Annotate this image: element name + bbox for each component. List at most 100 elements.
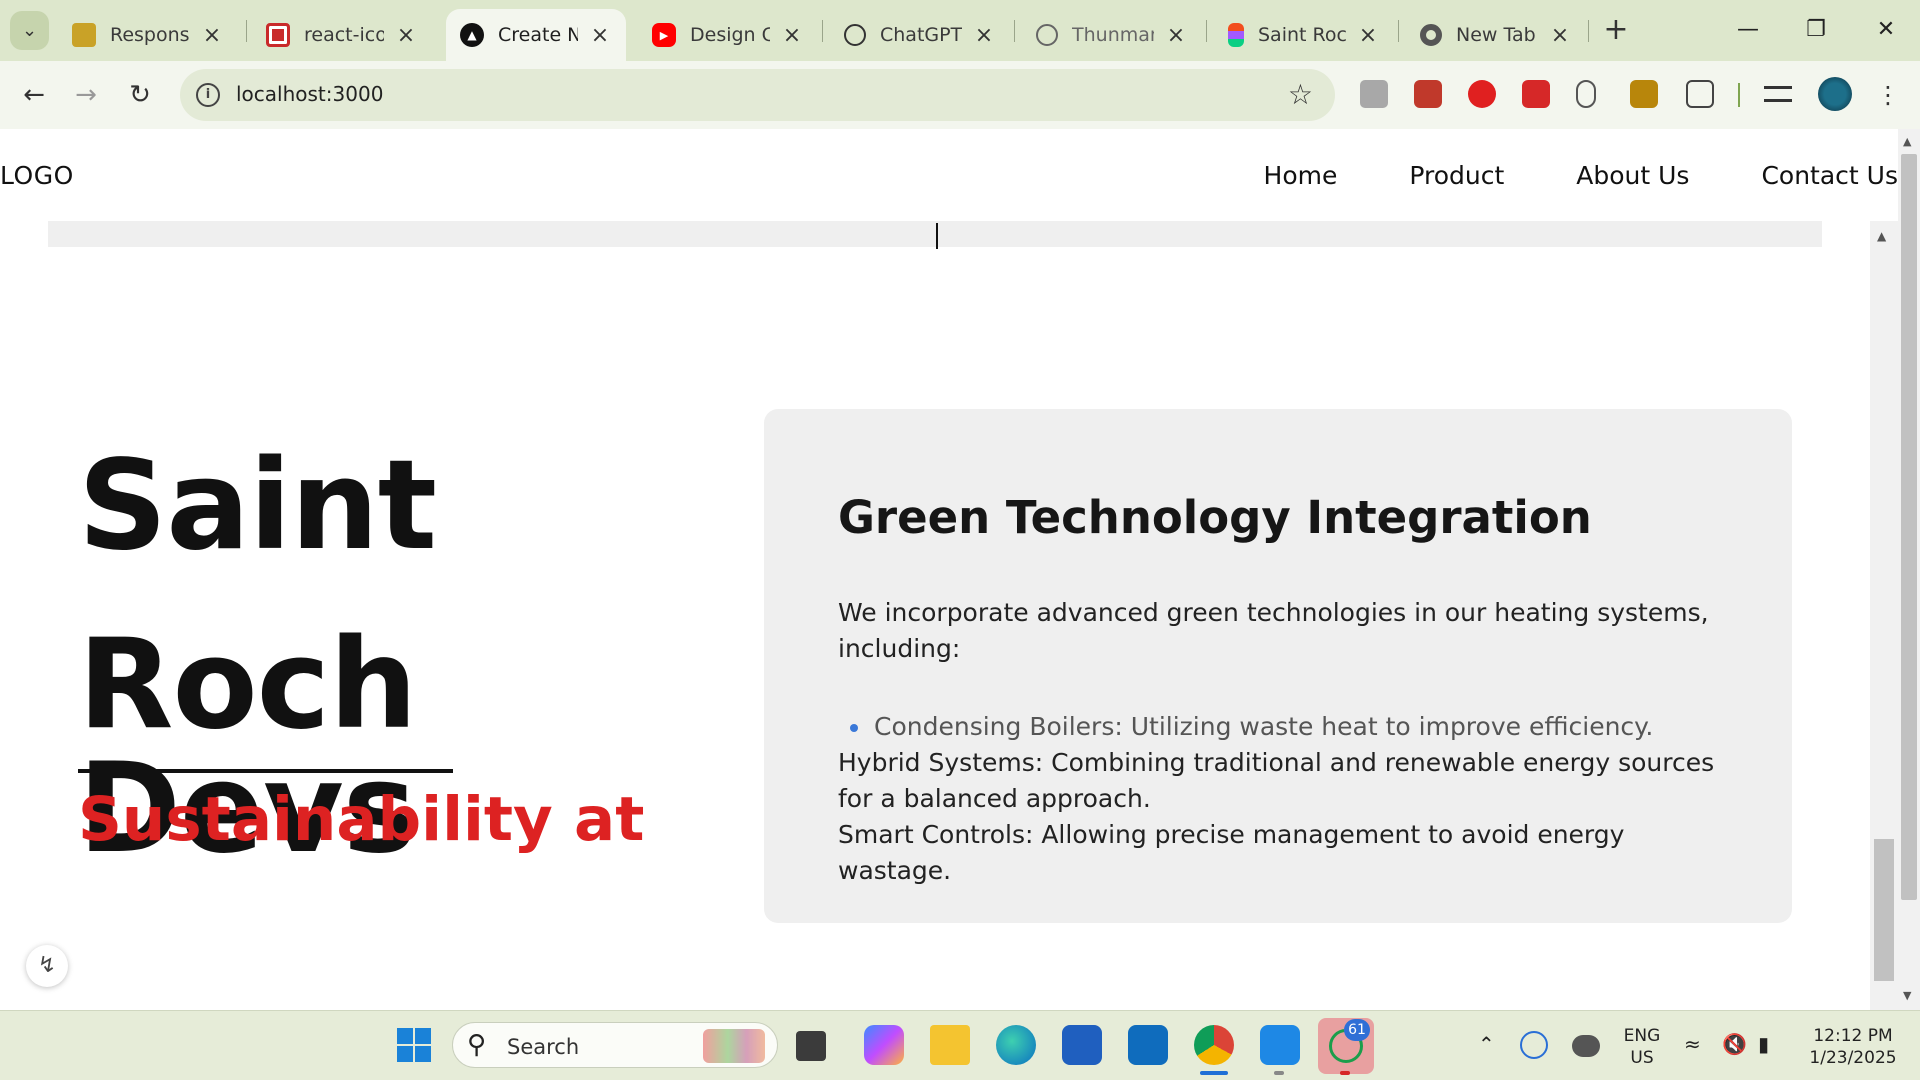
speaker-muted-icon[interactable]: 🔇: [1722, 1033, 1747, 1055]
whatsapp-notification-badge: 61: [1344, 1019, 1370, 1041]
scroll-up-arrow-icon[interactable]: ▲: [1877, 229, 1886, 243]
close-window-button[interactable]: ✕: [1856, 8, 1916, 52]
windows-start-icon[interactable]: [394, 1025, 434, 1065]
whatsapp-running-indicator: [1340, 1071, 1350, 1075]
card-hybrid-text: Hybrid Systems: Combining traditional an…: [838, 748, 1715, 813]
close-icon[interactable]: ×: [1548, 23, 1572, 48]
close-icon[interactable]: ×: [394, 23, 418, 48]
card-intro: We incorporate advanced green technologi…: [838, 598, 1709, 663]
close-icon[interactable]: ×: [972, 23, 996, 48]
tab-create-next[interactable]: ▲ Create Nex ×: [446, 9, 626, 61]
tab-thunmans[interactable]: Thunmans ×: [1022, 9, 1202, 61]
nav-link-about-us[interactable]: About Us: [1576, 161, 1689, 190]
list-item: Condensing Boilers: Utilizing waste heat…: [849, 709, 1653, 745]
tab-new-tab[interactable]: New Tab ×: [1406, 9, 1586, 61]
text-cursor: [936, 223, 938, 249]
file-explorer-icon[interactable]: [930, 1025, 970, 1065]
nav-link-home[interactable]: Home: [1264, 161, 1338, 190]
inner-scroll-thumb[interactable]: [1874, 839, 1894, 981]
tab-chatgpt[interactable]: ChatGPT ×: [830, 9, 1010, 61]
taskbar-search-placeholder: Search: [507, 1035, 580, 1059]
back-button[interactable]: ←: [14, 75, 54, 115]
page-scroll-thumb[interactable]: [1901, 154, 1917, 900]
bookmark-star-icon[interactable]: ☆: [1288, 78, 1313, 111]
url-text[interactable]: localhost:3000: [236, 82, 383, 106]
folder-extension-icon[interactable]: [1630, 80, 1658, 108]
nav-link-product[interactable]: Product: [1409, 161, 1504, 190]
wifi-icon[interactable]: ≈: [1684, 1033, 1701, 1055]
tab-title: ChatGPT: [880, 24, 962, 46]
minimize-button[interactable]: —: [1718, 8, 1778, 52]
vscode-icon[interactable]: [1260, 1025, 1300, 1065]
tab-title: Saint Roch: [1258, 24, 1346, 46]
language-code: ENG: [1623, 1026, 1661, 1046]
outlook-icon[interactable]: [1128, 1025, 1168, 1065]
input-language[interactable]: ENG US: [1620, 1025, 1664, 1069]
close-icon[interactable]: ×: [1356, 23, 1380, 48]
nav-link-contact-us[interactable]: Contact Us: [1761, 161, 1898, 190]
profile-avatar[interactable]: [1818, 77, 1852, 111]
toolbar-separator: [1738, 83, 1740, 107]
tab-title: Responsive: [110, 24, 190, 46]
tab-separator: [246, 20, 247, 42]
edge-browser-icon[interactable]: [996, 1025, 1036, 1065]
address-bar[interactable]: i localhost:3000 ☆: [180, 69, 1335, 121]
tab-saint-roch[interactable]: Saint Roch ×: [1214, 9, 1394, 61]
task-view-icon[interactable]: [796, 1031, 826, 1061]
forward-button[interactable]: →: [66, 75, 106, 115]
close-icon[interactable]: ×: [780, 23, 804, 48]
page-scrollbar[interactable]: ▲ ▼: [1898, 129, 1920, 1010]
react-icons-icon: [266, 23, 290, 47]
hero-title-line-1: Saint: [78, 434, 437, 578]
chevron-up-icon[interactable]: ⌃: [1478, 1033, 1495, 1055]
scroll-up-arrow-icon[interactable]: ▲: [1903, 135, 1911, 148]
media-extension-icon[interactable]: [1522, 80, 1550, 108]
clock-date: 1/23/2025: [1809, 1048, 1897, 1068]
clock[interactable]: 12:12 PM 1/23/2025: [1800, 1025, 1906, 1069]
shield-extension-icon[interactable]: [1468, 80, 1496, 108]
onedrive-error-icon[interactable]: [1572, 1035, 1600, 1057]
tab-separator: [1014, 20, 1015, 42]
youtube-icon: ▶: [652, 23, 676, 47]
folder-icon: [72, 23, 96, 47]
media-queue-icon[interactable]: [1764, 86, 1792, 102]
battery-icon[interactable]: ▮: [1758, 1033, 1769, 1055]
tab-title: Design Car: [690, 24, 770, 46]
card-smart-text: Smart Controls: Allowing precise managem…: [838, 820, 1625, 885]
camera-extension-icon[interactable]: [1360, 80, 1388, 108]
vscode-running-indicator: [1274, 1071, 1284, 1075]
close-icon[interactable]: ×: [588, 23, 612, 48]
microsoft-store-icon[interactable]: [1062, 1025, 1102, 1065]
tab-separator: [1206, 20, 1207, 42]
tab-separator: [1398, 20, 1399, 42]
new-tab-button[interactable]: +: [1598, 12, 1634, 48]
inner-scrollbar[interactable]: ▲: [1870, 221, 1898, 1010]
bug-extension-icon[interactable]: [1414, 80, 1442, 108]
mouse-extension-icon[interactable]: [1576, 80, 1596, 108]
figma-icon: [1228, 23, 1244, 47]
tab-react-icons[interactable]: react-icons ×: [252, 9, 432, 61]
tab-search-button[interactable]: ⌄: [10, 11, 49, 50]
puzzle-extensions-icon[interactable]: [1686, 80, 1714, 108]
close-icon[interactable]: ×: [200, 23, 224, 48]
site-logo[interactable]: LOGO: [0, 161, 74, 190]
close-icon[interactable]: ×: [1164, 23, 1188, 48]
taskbar-search-box[interactable]: ⚲ Search: [452, 1022, 778, 1068]
sync-icon[interactable]: [1520, 1031, 1548, 1059]
card-bullet-list: Condensing Boilers: Utilizing waste heat…: [849, 709, 1653, 745]
copilot-icon[interactable]: [864, 1025, 904, 1065]
tab-responsive[interactable]: Responsive ×: [58, 9, 238, 61]
reload-button[interactable]: ↻: [120, 75, 160, 115]
top-banner-strip: [48, 221, 1822, 247]
chrome-taskbar-icon[interactable]: [1194, 1025, 1234, 1065]
menu-kebab-icon[interactable]: ⋮: [1868, 75, 1908, 115]
tab-design-card[interactable]: ▶ Design Car ×: [638, 9, 818, 61]
lightning-bolt-icon[interactable]: ↯: [26, 945, 68, 987]
restore-button[interactable]: ❐: [1786, 8, 1846, 52]
hero-divider: [78, 769, 453, 773]
clock-time: 12:12 PM: [1813, 1026, 1893, 1046]
site-info-icon[interactable]: i: [196, 83, 220, 107]
scroll-down-arrow-icon[interactable]: ▼: [1903, 989, 1911, 1002]
chrome-active-indicator: [1200, 1071, 1228, 1075]
chevron-down-icon: ⌄: [21, 20, 38, 41]
